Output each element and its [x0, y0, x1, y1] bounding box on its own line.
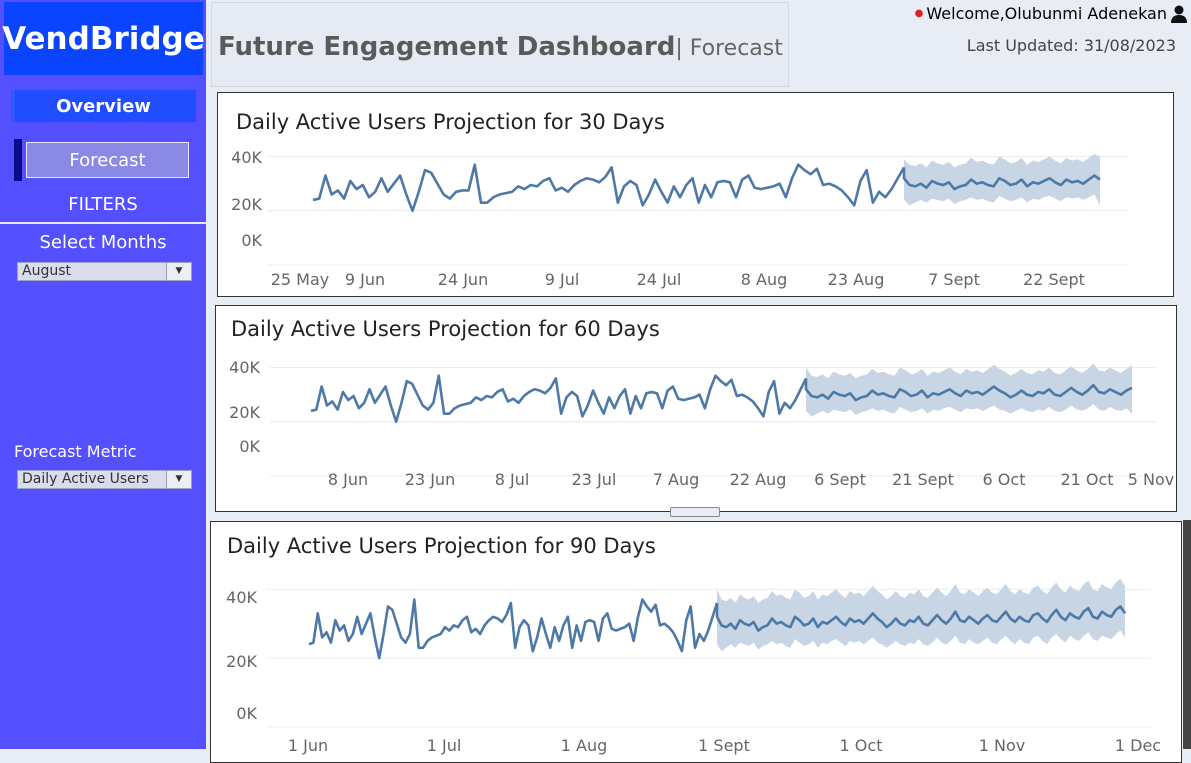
x-tick-label: 9 Jul [545, 270, 580, 289]
x-tick-label: 5 Nov [1128, 470, 1175, 489]
x-tick-label: 23 Jul [572, 470, 617, 489]
y-tick-label: 0K [241, 231, 262, 250]
x-tick-label: 7 Aug [653, 470, 700, 489]
x-tick-label: 23 Jun [405, 470, 455, 489]
historical-series-line [312, 163, 906, 213]
page-subtitle: | Forecast [675, 36, 783, 61]
y-tick-label: 40K [226, 588, 257, 607]
page-title: Future Engagement Dashboard| Forecast [218, 32, 783, 62]
y-tick-label: 20K [231, 195, 262, 214]
chart-60-days: 40K 20K 0K 8 Jun 23 Jun 8 Jul 23 Jul 7 Aug 22 Au… [229, 358, 1175, 489]
sidebar-divider [0, 222, 206, 224]
months-dropdown-value: August [22, 263, 71, 279]
brand-logo: VendBridge [2, 2, 205, 75]
x-tick-label: 6 Oct [983, 470, 1026, 489]
welcome-text: Welcome,Olubunmi Adenekan [926, 4, 1167, 23]
y-tick-label: 0K [239, 437, 260, 456]
y-tick-label: 0K [236, 704, 257, 723]
x-tick-label: 24 Jun [438, 270, 488, 289]
chevron-down-icon[interactable]: ▼ [166, 471, 191, 488]
historical-series-line [310, 374, 808, 424]
x-tick-label: 1 Dec [1115, 736, 1161, 755]
historical-series-line [308, 598, 719, 660]
x-tick-label: 22 Sept [1023, 270, 1085, 289]
x-tick-label: 21 Sept [892, 470, 954, 489]
x-tick-label: 24 Jul [637, 270, 682, 289]
sidebar: VendBridge Overview Forecast FILTERS Sel… [0, 0, 206, 749]
forecast-confidence-band [717, 578, 1125, 652]
x-tick-label: 8 Aug [741, 270, 788, 289]
active-nav-marker [14, 139, 22, 181]
y-tick-label: 40K [231, 148, 262, 167]
x-tick-label: 8 Jun [328, 470, 368, 489]
welcome-area: ● Welcome,Olubunmi Adenekan [915, 4, 1187, 23]
x-tick-label: 1 Nov [979, 736, 1026, 755]
x-tick-label: 23 Aug [828, 270, 885, 289]
y-tick-label: 40K [229, 358, 260, 377]
user-icon[interactable] [1171, 5, 1187, 23]
scrollbar[interactable] [1183, 520, 1191, 749]
select-months-label: Select Months [39, 232, 167, 253]
x-tick-label: 1 Sept [698, 736, 750, 755]
x-tick-label: 7 Sept [928, 270, 980, 289]
chart-panel-60: Daily Active Users Projection for 60 Day… [215, 305, 1177, 512]
chart-panel-90: Daily Active Users Projection for 90 Day… [210, 521, 1182, 763]
status-dot-icon: ● [914, 8, 924, 19]
dashboard-title: Future Engagement Dashboard [218, 32, 676, 62]
forecast-metric-label: Forecast Metric [14, 442, 137, 461]
page-header: Future Engagement Dashboard| Forecast [211, 2, 789, 87]
y-tick-label: 20K [229, 403, 260, 422]
x-tick-label: 1 Aug [561, 736, 608, 755]
last-updated: Last Updated: 31/08/2023 [966, 36, 1176, 55]
x-tick-label: 1 Oct [840, 736, 883, 755]
chevron-down-icon[interactable]: ▼ [166, 263, 191, 280]
y-tick-label: 20K [226, 652, 257, 671]
x-tick-label: 6 Sept [814, 470, 866, 489]
x-tick-label: 22 Aug [730, 470, 787, 489]
metric-dropdown[interactable]: Daily Active Users ▼ [17, 470, 192, 489]
nav-overview-button[interactable]: Overview [11, 90, 196, 122]
chart-90-days: 40K 20K 0K 1 Jun 1 Jul 1 Aug 1 Sept 1 Oct 1 Nov 1… [226, 578, 1161, 755]
filters-heading: FILTERS [68, 194, 138, 215]
chart-panel-30: Daily Active Users Projection for 30 Day… [217, 92, 1174, 297]
x-tick-label: 8 Jul [495, 470, 530, 489]
x-tick-label: 21 Oct [1060, 470, 1113, 489]
x-tick-label: 1 Jun [288, 736, 328, 755]
forecast-confidence-band [806, 363, 1132, 417]
chart-30-days: 40K 20K 0K 25 May 9 Jun 24 Jun 9 Jul 24 Jul 8 Au… [231, 148, 1128, 289]
resize-handle[interactable] [670, 507, 720, 517]
x-tick-label: 9 Jun [345, 270, 385, 289]
nav-forecast-button[interactable]: Forecast [26, 142, 189, 178]
x-tick-label: 25 May [271, 270, 330, 289]
months-dropdown[interactable]: August ▼ [17, 262, 192, 281]
metric-dropdown-value: Daily Active Users [22, 471, 149, 487]
x-tick-label: 1 Jul [427, 736, 462, 755]
